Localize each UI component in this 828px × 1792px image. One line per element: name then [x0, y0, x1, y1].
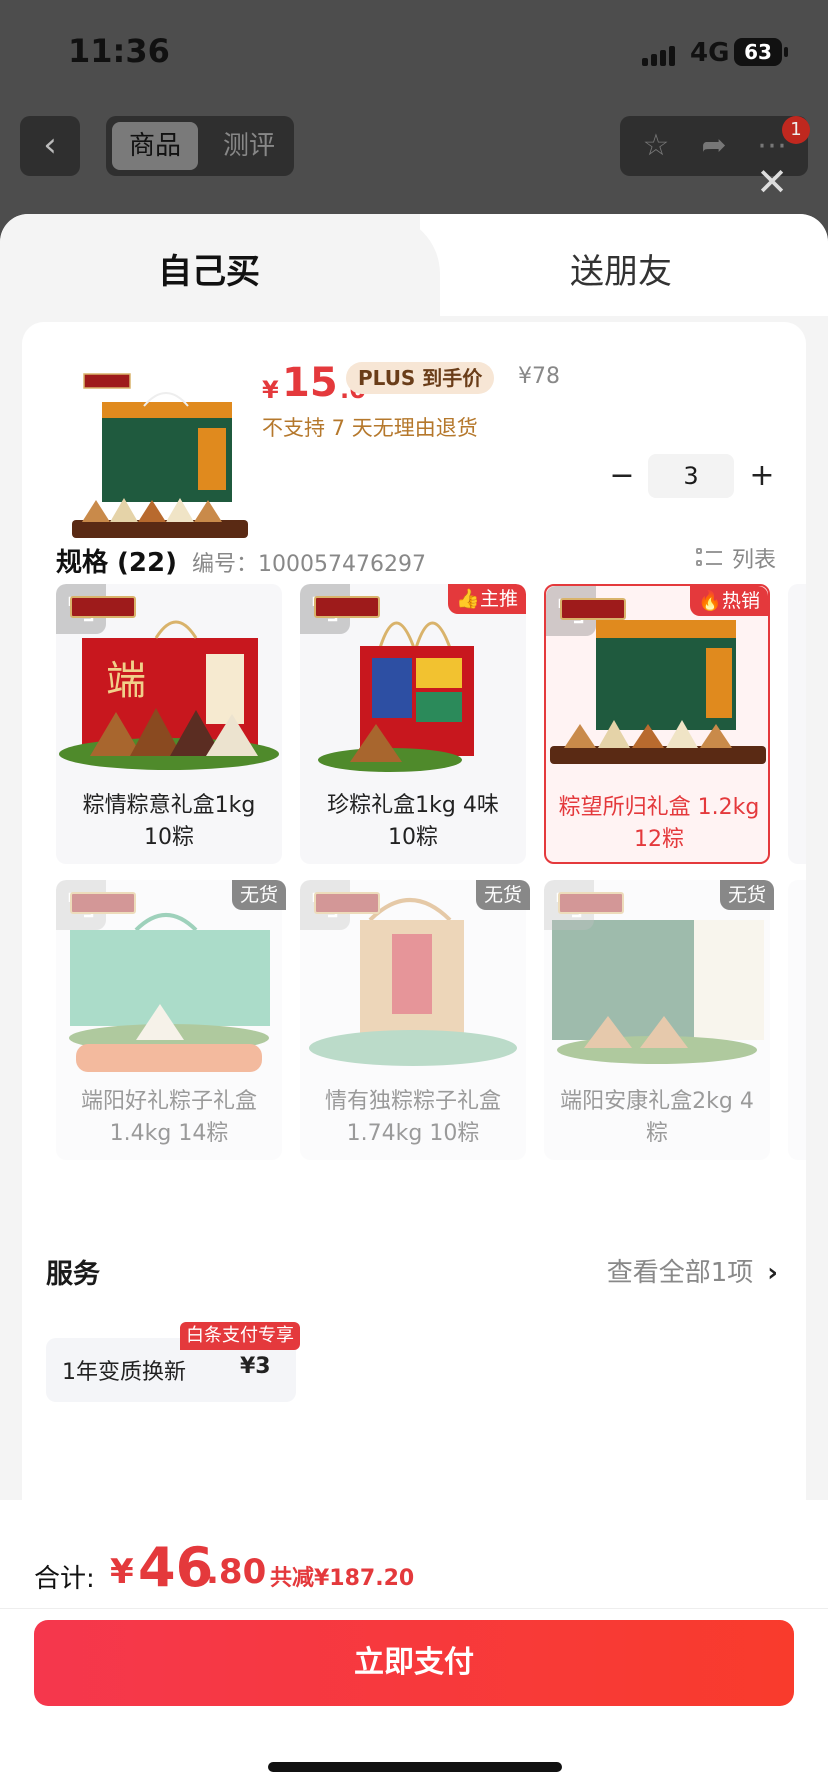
- spec-option-name: 情有独粽粽子礼盒1.74kg 10粽: [324, 1089, 501, 1146]
- tab-buy-self[interactable]: 自己买: [0, 214, 440, 316]
- spec-header: 规格 (22) 编号：100057476297 列表: [56, 540, 776, 580]
- total-savings: 共减¥187.20: [270, 1566, 415, 1591]
- total-integer: 46: [138, 1536, 214, 1599]
- out-of-stock-tag: 无货: [720, 880, 775, 910]
- tab-gift-friend[interactable]: 送朋友: [420, 214, 828, 316]
- spec-option-name: 粽情粽意礼盒1kg 10粽: [82, 793, 256, 850]
- spec-option-name: 珍粽礼盒1kg 4味 10粽: [327, 793, 499, 850]
- spec-grid: 端 粽情粽意礼盒1kg 10粽 👍主推 珍粽礼盒1kg 4味 10粽 🔥热销 粽…: [56, 584, 806, 1174]
- checkout-bar: 合计: ¥ 46 .80 共减¥187.20 立即支付: [0, 1500, 828, 1792]
- recommend-tag: 👍主推: [448, 584, 526, 614]
- spec-option-out-of-stock[interactable]: 端阳好礼粽子礼盒1.4kg 14粽: [56, 880, 282, 1160]
- spec-option-out-of-stock[interactable]: [788, 880, 806, 1160]
- quantity-stepper: − 3 +: [604, 454, 804, 498]
- brand-logo: [70, 596, 136, 618]
- hot-sale-tag-label: 热销: [721, 590, 760, 612]
- tab-review[interactable]: 测评: [206, 122, 292, 170]
- plus-price-badge: PLUS 到手价: [346, 362, 495, 394]
- total-currency: ¥: [110, 1552, 134, 1592]
- spec-option-out-of-stock[interactable]: 端阳安康礼盒2kg 4粽: [544, 880, 770, 1160]
- close-icon[interactable]: ✕: [752, 162, 792, 202]
- quantity-input[interactable]: 3: [648, 454, 734, 498]
- status-bar: 11:36 4G 63: [0, 0, 828, 100]
- status-time: 11:36: [68, 32, 170, 70]
- tab-product[interactable]: 商品: [112, 122, 198, 170]
- hot-sale-tag: 🔥热销: [690, 586, 768, 616]
- service-exclusive-tag: 白条支付专享: [180, 1322, 300, 1350]
- brand-logo: [314, 596, 380, 618]
- favorite-star-icon[interactable]: ☆: [634, 124, 678, 168]
- brand-logo: [314, 892, 380, 914]
- price-currency: ¥: [262, 376, 279, 404]
- home-indicator: [268, 1762, 562, 1772]
- original-price: ¥78: [518, 364, 560, 389]
- spec-option[interactable]: [788, 584, 806, 864]
- service-title: 服务: [46, 1259, 100, 1290]
- product-card: ¥ 15 .6 PLUS 到手价 ¥78 不支持 7 天无理由退货 − 3 + …: [22, 322, 806, 1582]
- brand-logo: [560, 598, 626, 620]
- brand-logo: [70, 892, 136, 914]
- recommend-tag-label: 主推: [479, 588, 518, 610]
- tab-buy-self-label: 自己买: [158, 252, 260, 292]
- spec-option-out-of-stock[interactable]: 情有独粽粽子礼盒1.74kg 10粽: [300, 880, 526, 1160]
- pay-now-button[interactable]: 立即支付: [34, 1620, 794, 1706]
- view-all-services-label: 查看全部1项: [606, 1258, 754, 1288]
- product-image[interactable]: [66, 362, 254, 562]
- chevron-right-icon: ›: [767, 1258, 778, 1288]
- spec-id-value: 100057476297: [258, 552, 426, 577]
- signal-icon: [642, 44, 682, 66]
- list-view-label: 列表: [731, 548, 776, 573]
- purchase-tabs: 送朋友 自己买: [0, 214, 828, 316]
- divider: [0, 1608, 828, 1609]
- return-policy: 不支持 7 天无理由退货: [262, 416, 478, 440]
- header-tabs: 商品 测评: [106, 116, 294, 176]
- total-label: 合计:: [34, 1564, 95, 1594]
- spec-id: 编号：100057476297: [192, 546, 426, 578]
- list-view-toggle[interactable]: 列表: [695, 542, 776, 574]
- out-of-stock-tag: 无货: [476, 880, 531, 910]
- notification-badge: 1: [782, 116, 810, 144]
- total-decimal: .80: [206, 1552, 267, 1592]
- spec-option-selected[interactable]: 🔥热销 粽望所归礼盒 1.2kg 12粽: [544, 584, 770, 864]
- list-icon: [695, 548, 722, 570]
- service-price: ¥3: [240, 1354, 271, 1379]
- increase-button[interactable]: +: [744, 454, 780, 498]
- spec-id-label: 编号：: [192, 552, 259, 577]
- spec-option[interactable]: 👍主推 珍粽礼盒1kg 4味 10粽: [300, 584, 526, 864]
- share-icon[interactable]: ➦: [692, 124, 736, 168]
- spec-option-name: 端阳安康礼盒2kg 4粽: [560, 1089, 754, 1146]
- spec-option-name: 端阳好礼粽子礼盒1.4kg 14粽: [80, 1089, 257, 1146]
- network-type: 4G: [690, 38, 730, 68]
- back-button[interactable]: ‹: [20, 116, 80, 176]
- decrease-button[interactable]: −: [604, 454, 640, 498]
- spec-option-name: 粽望所归礼盒 1.2kg 12粽: [558, 795, 760, 852]
- brand-logo: [558, 892, 624, 914]
- battery-icon: 63: [734, 38, 788, 66]
- view-all-services[interactable]: 查看全部1项 ›: [607, 1252, 778, 1289]
- spec-title: 规格 (22): [56, 548, 177, 578]
- spec-option[interactable]: 端 粽情粽意礼盒1kg 10粽: [56, 584, 282, 864]
- total-price: 合计: ¥ 46 .80 共减¥187.20: [34, 1536, 794, 1599]
- service-name: 1年变质换新: [62, 1360, 186, 1385]
- tab-gift-friend-label: 送朋友: [570, 252, 672, 292]
- out-of-stock-tag: 无货: [232, 880, 287, 910]
- svg-text:端: 端: [106, 658, 146, 704]
- price-integer: 15: [282, 360, 338, 406]
